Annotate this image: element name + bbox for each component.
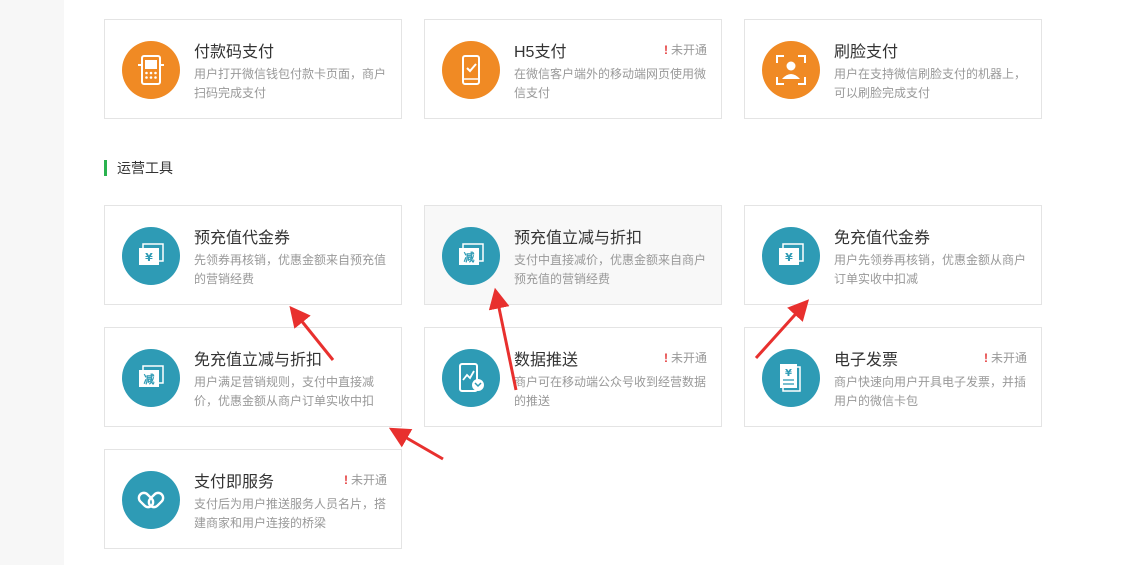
status-badge: ! 未开通 xyxy=(663,351,707,365)
face-scan-icon xyxy=(762,41,820,99)
annotation-arrow xyxy=(388,427,444,461)
svg-text:减: 减 xyxy=(464,250,475,264)
warning-icon: ! xyxy=(983,351,988,365)
card-title: 免充值立减与折扣 xyxy=(194,352,323,369)
card-free-discount[interactable]: 减 免充值立减与折扣 用户满足营销规则，支付中直接减价，优惠金额从商户订单实收中… xyxy=(104,327,402,427)
card-face-payment[interactable]: 刷脸支付 用户在支持微信刷脸支付的机器上，可以刷脸完成支付 xyxy=(744,19,1042,119)
card-title: 免充值代金券 xyxy=(834,230,931,247)
left-sidebar-strip xyxy=(0,0,64,565)
card-title: 支付即服务 xyxy=(194,474,275,491)
card-description: 支付中直接减价，优惠金额来自商户预充值的营销经费 xyxy=(514,253,707,286)
svg-text:¥: ¥ xyxy=(785,251,793,264)
card-description: 用户在支持微信刷脸支付的机器上，可以刷脸完成支付 xyxy=(834,67,1027,100)
card-prepaid-discount[interactable]: 减 预充值立减与折扣 支付中直接减价，优惠金额来自商户预充值的营销经费 xyxy=(424,205,722,305)
card-title: 预充值代金券 xyxy=(194,230,291,247)
card-description: 在微信客户端外的移动端网页使用微信支付 xyxy=(514,67,707,100)
card-description: 先领券再核销，优惠金额来自预充值的营销经费 xyxy=(194,253,387,286)
card-payment-code[interactable]: 付款码支付 用户打开微信钱包付款卡页面，商户扫码完成支付 xyxy=(104,19,402,119)
card-title: 数据推送 xyxy=(514,352,579,369)
card-description: 用户满足营销规则，支付中直接减价，优惠金额从商户订单实收中扣 xyxy=(194,375,375,408)
svg-text:¥: ¥ xyxy=(145,251,153,264)
voucher-yen-icon: ¥ xyxy=(122,227,180,285)
card-description: 用户先领券再核销，优惠金额从商户订单实收中扣减 xyxy=(834,253,1027,286)
card-data-push[interactable]: 数据推送 ! 未开通 商户可在移动端公众号收到经营数据的推送 xyxy=(424,327,722,427)
discount-jian-icon: 减 xyxy=(122,349,180,407)
card-e-invoice[interactable]: ¥ 电子发票 ! 未开通 商户快速向用户开具电子发票，并插用户的微信卡包 xyxy=(744,327,1042,427)
status-badge: ! 未开通 xyxy=(983,351,1027,365)
card-description: 商户可在移动端公众号收到经营数据的推送 xyxy=(514,375,707,408)
svg-text:¥: ¥ xyxy=(785,368,792,379)
voucher-yen-icon: ¥ xyxy=(762,227,820,285)
card-title: 电子发票 xyxy=(834,352,899,369)
status-badge: ! 未开通 xyxy=(663,43,707,57)
card-title: 刷脸支付 xyxy=(834,44,899,61)
card-description: 用户打开微信钱包付款卡页面，商户扫码完成支付 xyxy=(194,67,387,100)
status-badge: ! 未开通 xyxy=(343,473,387,487)
section-title-operations: 运营工具 xyxy=(104,160,173,176)
card-prepaid-voucher[interactable]: ¥ 预充值代金券 先领券再核销，优惠金额来自预充值的营销经费 xyxy=(104,205,402,305)
card-title: 付款码支付 xyxy=(194,44,275,61)
mobile-check-icon xyxy=(442,41,500,99)
discount-jian-icon: 减 xyxy=(442,227,500,285)
invoice-icon: ¥ xyxy=(762,349,820,407)
card-title: H5支付 xyxy=(514,44,567,61)
card-free-voucher[interactable]: ¥ 免充值代金券 用户先领券再核销，优惠金额从商户订单实收中扣减 xyxy=(744,205,1042,305)
warning-icon: ! xyxy=(663,43,668,57)
card-title: 预充值立减与折扣 xyxy=(514,230,643,247)
card-h5-payment[interactable]: H5支付 ! 未开通 在微信客户端外的移动端网页使用微信支付 xyxy=(424,19,722,119)
card-description: 支付后为用户推送服务人员名片，搭建商家和用户连接的桥梁 xyxy=(194,497,387,530)
warning-icon: ! xyxy=(343,473,348,487)
card-pay-as-service[interactable]: 支付即服务 ! 未开通 支付后为用户推送服务人员名片，搭建商家和用户连接的桥梁 xyxy=(104,449,402,549)
svg-text:减: 减 xyxy=(144,372,155,386)
mobile-chart-icon xyxy=(442,349,500,407)
pos-terminal-icon xyxy=(122,41,180,99)
link-chain-icon xyxy=(122,471,180,529)
warning-icon: ! xyxy=(663,351,668,365)
card-description: 商户快速向用户开具电子发票，并插用户的微信卡包 xyxy=(834,375,1027,408)
